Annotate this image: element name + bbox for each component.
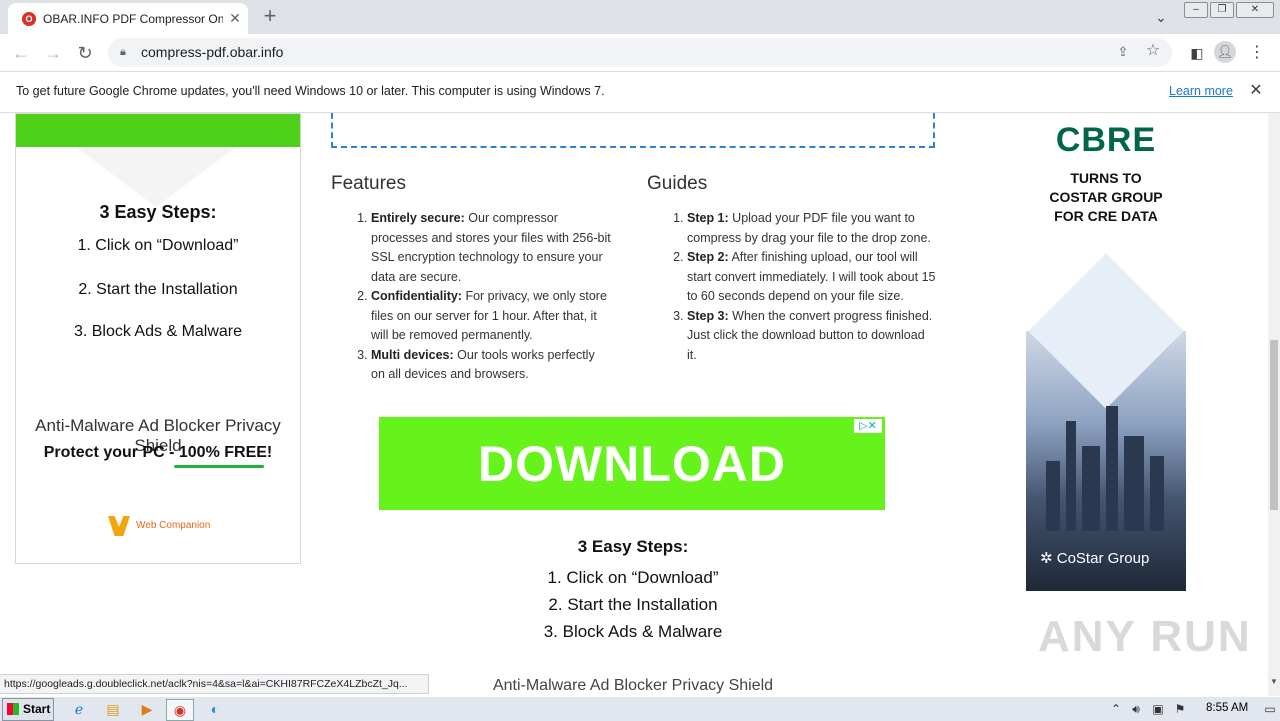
building-shape xyxy=(1106,406,1118,531)
features-heading: Features xyxy=(331,173,406,194)
costar-brand: CoStar Group xyxy=(1056,550,1150,567)
center-ad-step: 1. Click on “Download” xyxy=(547,568,719,587)
share-icon[interactable]: ⇪ xyxy=(1114,43,1132,61)
right-ad-line: TURNS TO xyxy=(1070,170,1142,186)
anyrun-watermark: ANY RUN xyxy=(1038,612,1252,661)
feature-label: Entirely secure: xyxy=(371,211,465,225)
infobar-message: To get future Google Chrome updates, you… xyxy=(16,84,605,98)
feature-label: Multi devices: xyxy=(371,347,454,362)
web-companion-logo-icon xyxy=(108,516,130,536)
media-player-icon[interactable]: ▶ xyxy=(134,699,160,719)
windows-taskbar: Start ℯ ▤ ▶ ◉ ◐ ⌃ 🔊︎ ▣ ⚑ 8:55 AM ▭ xyxy=(0,696,1280,721)
address-bar[interactable]: 🔒︎ compress-pdf.obar.info ⇪ ☆ xyxy=(108,38,1172,67)
adchoices-icon[interactable]: ▷✕ xyxy=(854,419,882,433)
action-center-flag-icon[interactable]: ⚑ xyxy=(1172,701,1188,717)
back-arrow-icon[interactable]: ← xyxy=(8,40,34,66)
explorer-folder-icon[interactable]: ▤ xyxy=(100,699,126,719)
side-panel-icon[interactable]: ◧ xyxy=(1184,40,1210,66)
list-item: Entirely secure: Our compressor processe… xyxy=(371,209,611,287)
close-window-button[interactable]: ✕ xyxy=(1236,2,1274,18)
right-ad-line: FOR CRE DATA xyxy=(1054,208,1158,224)
status-bar-url: https://googleads.g.doubleclick.net/aclk… xyxy=(0,674,429,694)
windows-flag-icon xyxy=(7,703,19,715)
left-ad-decoration xyxy=(76,147,236,207)
url-text[interactable]: compress-pdf.obar.info xyxy=(141,44,283,60)
tab-strip: O OBAR.INFO PDF Compressor Online ✕ + ⌄ … xyxy=(0,0,1280,34)
list-item: Step 2: After finishing upload, our tool… xyxy=(687,248,937,307)
minimize-button[interactable]: – xyxy=(1184,2,1208,18)
building-shape xyxy=(1150,456,1164,531)
scroll-down-arrow-icon[interactable]: ▼ xyxy=(1268,676,1280,688)
network-icon[interactable]: ▣ xyxy=(1150,701,1166,717)
edge-icon[interactable]: ◐ xyxy=(202,699,228,719)
tab-search-chevron-icon[interactable]: ⌄ xyxy=(1150,6,1172,28)
features-list: Entirely secure: Our compressor processe… xyxy=(331,209,611,385)
clock[interactable]: 8:55 AM xyxy=(1206,702,1248,714)
upload-dropzone[interactable] xyxy=(331,113,935,148)
internet-explorer-icon[interactable]: ℯ xyxy=(66,699,92,719)
cbre-logo: CBRE xyxy=(1055,121,1157,159)
building-shape xyxy=(1046,461,1060,531)
download-ad-label[interactable]: DOWNLOAD xyxy=(379,435,885,493)
list-item: Step 3: When the convert progress finish… xyxy=(687,307,937,366)
list-item: Step 1: Upload your PDF file you want to… xyxy=(687,209,937,248)
tab-active[interactable]: O OBAR.INFO PDF Compressor Online ✕ xyxy=(8,3,248,34)
web-companion-brand: Web Companion xyxy=(136,520,211,531)
profile-avatar-icon[interactable]: 👤︎ xyxy=(1214,41,1236,63)
browser-toolbar: ← → ↻ 🔒︎ compress-pdf.obar.info ⇪ ☆ ◧ 👤︎… xyxy=(0,34,1280,72)
kebab-menu-icon[interactable]: ⋮ xyxy=(1244,40,1270,66)
right-ad-banner[interactable]: CBRE TURNS TO COSTAR GROUP FOR CRE DATA … xyxy=(1026,113,1186,591)
restore-button[interactable]: ❐ xyxy=(1210,2,1234,18)
city-skyline-image: ✲ CoStar Group xyxy=(1026,253,1186,591)
guides-list: Step 1: Upload your PDF file you want to… xyxy=(647,209,937,365)
center-ad-step: 3. Block Ads & Malware xyxy=(543,622,723,641)
tab-title: OBAR.INFO PDF Compressor Online xyxy=(43,12,223,26)
building-shape xyxy=(1066,421,1076,531)
building-shape xyxy=(1124,436,1144,531)
feature-label: Confidentiality: xyxy=(371,289,462,303)
start-label: Start xyxy=(23,702,51,716)
left-ad-step: 2. Start the Installation xyxy=(78,281,238,298)
tray-expand-icon[interactable]: ⌃ xyxy=(1108,701,1124,717)
costar-logo: ✲ CoStar Group xyxy=(1040,550,1150,567)
left-ad-underline xyxy=(174,465,264,468)
center-ad-step: 2. Start the Installation xyxy=(548,595,718,614)
guide-label: Step 2: xyxy=(687,250,729,264)
left-ad-steps-title: 3 Easy Steps: xyxy=(99,202,217,222)
guide-label: Step 1: xyxy=(687,211,729,225)
left-ad-subline: Protect your PC - 100% FREE! xyxy=(43,444,273,461)
chrome-taskbar-icon[interactable]: ◉ xyxy=(166,699,194,721)
learn-more-link[interactable]: Learn more xyxy=(1169,84,1233,98)
building-shape xyxy=(1082,446,1100,531)
opera-favicon-icon: O xyxy=(22,12,36,26)
guide-label: Step 3: xyxy=(687,308,729,323)
lock-icon[interactable]: 🔒︎ xyxy=(120,45,134,59)
list-item: Confidentiality: For privacy, we only st… xyxy=(371,287,611,346)
new-tab-button[interactable]: + xyxy=(258,4,282,28)
forward-arrow-icon[interactable]: → xyxy=(40,40,66,66)
bookmark-star-icon[interactable]: ☆ xyxy=(1144,42,1162,60)
right-ad-text: TURNS TO COSTAR GROUP FOR CRE DATA xyxy=(1026,169,1186,226)
left-ad-step: 1. Click on “Download” xyxy=(77,237,239,254)
guides-heading: Guides xyxy=(647,173,708,194)
right-ad-line: COSTAR GROUP xyxy=(1049,189,1163,205)
center-ad-steps-title: 3 Easy Steps: xyxy=(577,537,689,556)
tab-close-icon[interactable]: ✕ xyxy=(226,9,244,27)
scrollbar-thumb[interactable] xyxy=(1270,340,1278,510)
left-ad-green-bar xyxy=(16,114,300,147)
list-item: Multi devices: Our tools works perfectly… xyxy=(371,346,611,385)
volume-icon[interactable]: 🔊︎ xyxy=(1128,701,1144,717)
left-ad-step: 3. Block Ads & Malware xyxy=(73,323,243,340)
city-image-diamond xyxy=(1028,253,1184,409)
update-infobar: To get future Google Chrome updates, you… xyxy=(0,72,1280,113)
start-button[interactable]: Start xyxy=(2,698,54,721)
download-ad-banner[interactable]: DOWNLOAD ▷✕ xyxy=(379,417,885,510)
system-tray: ⌃ 🔊︎ ▣ ⚑ 8:55 AM ▭ xyxy=(1104,697,1280,721)
show-desktop-icon[interactable]: ▭ xyxy=(1262,701,1278,717)
infobar-close-icon[interactable]: ✕ xyxy=(1246,81,1266,101)
left-ad-banner[interactable]: 3 Easy Steps: 1. Click on “Download” 2. … xyxy=(15,113,301,564)
reload-icon[interactable]: ↻ xyxy=(72,40,98,66)
